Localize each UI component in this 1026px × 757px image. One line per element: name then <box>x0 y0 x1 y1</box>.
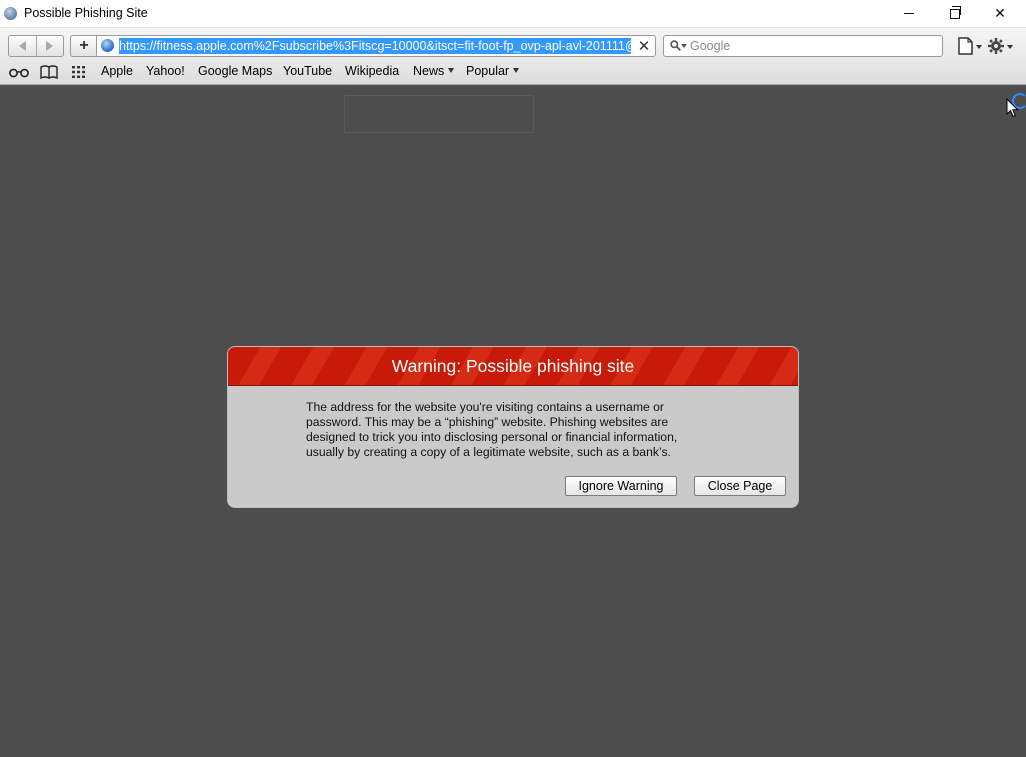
page-menu-icon[interactable] <box>955 36 983 56</box>
chevron-down-icon <box>448 68 455 73</box>
grid-icon[interactable] <box>71 65 87 79</box>
search-icon <box>670 40 681 51</box>
browser-window: Possible Phishing Site ✕ + https://fitne… <box>0 0 1026 757</box>
globe-icon <box>101 39 114 52</box>
toolbar: + https://fitness.apple.com%2Fsubscribe%… <box>0 28 1026 61</box>
address-input[interactable]: https://fitness.apple.com%2Fsubscribe%3F… <box>119 38 631 54</box>
restore-button[interactable] <box>932 0 978 27</box>
back-button[interactable] <box>9 36 36 56</box>
title-bar: Possible Phishing Site ✕ <box>0 0 1026 28</box>
close-window-button[interactable]: ✕ <box>977 0 1023 27</box>
add-bookmark-button[interactable]: + <box>70 35 97 57</box>
bookmark-apple[interactable]: Apple <box>101 64 133 78</box>
chevron-down-icon <box>513 68 520 73</box>
dialog-message: The address for the website you're visit… <box>306 400 726 460</box>
dialog-title: Warning: Possible phishing site <box>391 355 635 376</box>
book-icon[interactable] <box>40 65 58 79</box>
search-engine-caret-icon[interactable] <box>681 44 687 48</box>
faded-page-element <box>344 95 534 133</box>
forward-arrow-icon <box>46 41 54 51</box>
window-title: Possible Phishing Site <box>24 6 148 20</box>
message-line: usually by creating a copy of a legitima… <box>306 445 671 459</box>
message-line: password. This may be a “phishing” websi… <box>306 415 669 429</box>
message-line: The address for the website you're visit… <box>306 400 664 414</box>
phishing-warning-dialog: Warning: Possible phishing site The addr… <box>228 347 798 507</box>
bookmark-news-label: News <box>413 64 445 78</box>
bookmark-wikipedia[interactable]: Wikipedia <box>345 64 399 78</box>
nav-buttons <box>8 35 64 57</box>
minimize-button[interactable] <box>886 0 932 27</box>
restore-icon <box>950 5 961 19</box>
gear-icon[interactable] <box>986 36 1016 56</box>
reading-glasses-icon[interactable] <box>8 65 30 79</box>
bookmark-popular-label: Popular <box>466 64 510 78</box>
clear-url-icon[interactable]: ✕ <box>635 36 653 56</box>
forward-button[interactable] <box>35 36 64 56</box>
bookmark-popular-menu[interactable]: Popular <box>466 64 520 78</box>
bookmark-yahoo[interactable]: Yahoo! <box>146 64 185 78</box>
bookmark-google-maps[interactable]: Google Maps <box>198 64 272 78</box>
message-line: designed to trick you into disclosing pe… <box>306 430 678 444</box>
bookmark-youtube[interactable]: YouTube <box>283 64 332 78</box>
back-arrow-icon <box>18 41 26 51</box>
search-input[interactable] <box>690 38 930 54</box>
safari-app-icon <box>4 7 17 20</box>
dialog-header: Warning: Possible phishing site <box>228 347 798 386</box>
search-bar <box>663 35 943 57</box>
close-page-button[interactable]: Close Page <box>694 476 786 496</box>
mouse-cursor-icon <box>1006 98 1019 118</box>
close-icon: ✕ <box>994 5 1006 21</box>
bookmark-news-menu[interactable]: News <box>413 64 455 78</box>
minimize-icon <box>904 13 914 14</box>
address-bar: https://fitness.apple.com%2Fsubscribe%3F… <box>96 35 656 57</box>
ignore-warning-button[interactable]: Ignore Warning <box>565 476 677 496</box>
bookmarks-bar: Apple Yahoo! Google Maps YouTube Wikiped… <box>0 61 1026 85</box>
